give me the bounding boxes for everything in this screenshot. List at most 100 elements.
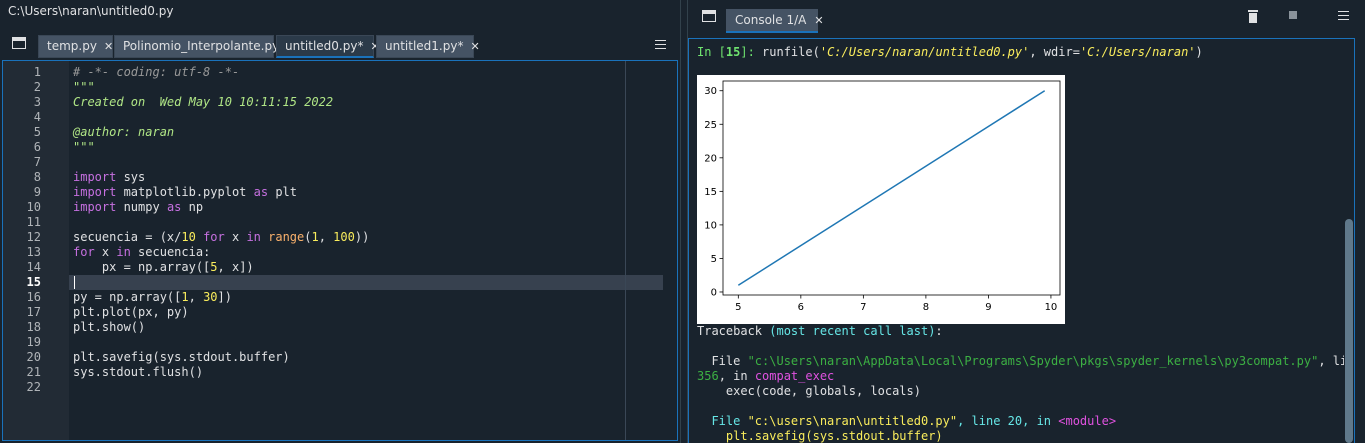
editor-tabbar: temp.py✕ Polinomio_Interpolante.py✕ unti… (0, 32, 680, 58)
line-number: 14 (26, 260, 41, 274)
code-token: , wdir= (1029, 45, 1080, 59)
line-number: 12 (26, 230, 41, 244)
line-number-gutter: 1 2 3 4 5 6 7 8 9 10 11 12 13 14 15 16 17 18 19 20 21 22 (3, 61, 69, 440)
tab-label: temp.py (47, 39, 97, 53)
stop-icon[interactable] (1288, 10, 1298, 20)
code-token: : (935, 324, 943, 338)
editor-pane: temp.py✕ Polinomio_Interpolante.py✕ unti… (0, 22, 680, 443)
code-line: """ (73, 140, 95, 154)
line-number: 11 (26, 215, 41, 229)
line-number: 4 (33, 110, 41, 124)
line-number: 20 (26, 350, 41, 364)
code-token: "c:\users\naran\untitled0.py" (747, 414, 958, 428)
tab-label: untitled1.py* (385, 39, 464, 53)
hamburger-menu-icon[interactable] (1338, 11, 1349, 20)
code-token: ) (1195, 45, 1203, 59)
current-line-highlight (69, 275, 663, 290)
code-token: , x]) (217, 260, 254, 274)
line-number: 7 (33, 155, 41, 169)
plot-image: 5 6 7 8 9 10 0 5 10 15 20 25 30 (697, 75, 1065, 324)
traceback-frame-line: 356, in compat_exec (697, 369, 834, 384)
pane-icon[interactable] (702, 10, 716, 22)
line-number: 2 (33, 80, 41, 94)
code-token: ]) (217, 290, 232, 304)
code-line: plt.show() (73, 320, 146, 334)
pane-splitter[interactable] (680, 0, 688, 443)
code-token: compat_exec (754, 369, 835, 383)
code-token: x (94, 245, 117, 259)
line-number: 1 (33, 65, 41, 79)
code-token: import (73, 185, 117, 199)
code-token: as (166, 200, 182, 214)
code-token: import (73, 170, 117, 184)
traceback-code-line: exec(code, globals, locals) (697, 384, 921, 398)
code-token: 356 (697, 369, 719, 383)
traceback-header: Traceback (most recent call last): (697, 324, 943, 339)
x-tick-label: 8 (923, 302, 929, 313)
scrollbar-thumb[interactable] (1345, 219, 1353, 443)
tab-polinomio-interpolante[interactable]: Polinomio_Interpolante.py✕ (114, 35, 295, 58)
line-number: 16 (26, 290, 41, 304)
pane-icon[interactable] (12, 37, 26, 49)
tab-label: untitled0.py* (285, 39, 364, 53)
line-number: 5 (33, 125, 41, 139)
console-input-line: In [15]: runfile('C:/Users/naran/untitle… (697, 45, 1203, 60)
code-token: for (73, 245, 95, 259)
x-tick-label: 7 (860, 302, 866, 313)
code-line: import sys (73, 170, 145, 185)
x-tick-label: 6 (798, 302, 804, 313)
prompt-close: ]: (740, 45, 755, 59)
line-number: 18 (26, 320, 41, 334)
tab-console[interactable]: Console 1/A ✕ (726, 9, 824, 33)
code-editor[interactable]: 1 2 3 4 5 6 7 8 9 10 11 12 13 14 15 16 17 18 19 20 21 22 # -*… (2, 60, 678, 441)
code-token: , (188, 290, 204, 304)
tab-label: Polinomio_Interpolante.py (123, 39, 280, 53)
code-token: 1 (311, 230, 319, 244)
code-token: , in (718, 369, 755, 383)
code-token: as (253, 185, 269, 199)
line-number: 10 (26, 200, 41, 214)
y-tick-label: 15 (704, 187, 717, 198)
code-line: for x in secuencia: (73, 245, 210, 260)
code-token: , line (957, 414, 1008, 428)
y-tick-label: 25 (704, 120, 717, 131)
code-line: plt.plot(px, py) (73, 305, 189, 319)
close-icon[interactable]: ✕ (814, 14, 823, 27)
x-tick-label: 10 (1045, 302, 1058, 313)
line-number: 9 (33, 185, 41, 199)
line-number: 6 (33, 140, 41, 154)
code-token: Traceback (697, 324, 770, 338)
y-tick-label: 30 (704, 86, 717, 97)
close-icon[interactable]: ✕ (470, 40, 479, 53)
code-token: plt (268, 185, 297, 199)
code-token: range (268, 230, 305, 244)
y-tick-label: 20 (704, 153, 717, 164)
traceback-frame-line: File "c:\users\naran\untitled0.py", line… (697, 414, 1116, 429)
trash-icon[interactable] (1247, 9, 1259, 24)
code-token: 20 (1007, 414, 1023, 428)
code-token: 'C:/Users/naran/untitled0.py' (819, 45, 1030, 59)
tab-untitled1[interactable]: untitled1.py* ✕ (376, 35, 480, 58)
code-line: sys.stdout.flush() (73, 365, 204, 379)
code-line: py = np.array([1, 30]) (73, 290, 232, 305)
code-token: )) (354, 230, 370, 244)
line-number: 19 (26, 335, 41, 349)
code-line: Created on Wed May 10 10:11:15 2022 (73, 95, 334, 109)
tab-untitled0[interactable]: untitled0.py*✕ (276, 35, 380, 58)
code-line: @author: naran (73, 125, 175, 139)
close-icon[interactable]: ✕ (104, 40, 113, 53)
hamburger-menu-icon[interactable] (655, 40, 666, 49)
tab-temp[interactable]: temp.py ✕ (38, 35, 113, 58)
x-tick-label: 9 (985, 302, 991, 313)
code-token: secuencia: (130, 245, 211, 259)
vertical-scrollbar[interactable] (1344, 39, 1354, 443)
y-axis: 0 5 10 15 20 25 30 (704, 86, 723, 298)
code-line: import numpy as np (73, 200, 203, 215)
prompt-in: In [ (697, 45, 726, 59)
code-token: in (246, 230, 261, 244)
code-token: for (203, 230, 225, 244)
edge-line (625, 61, 626, 440)
console-output[interactable]: In [15]: runfile('C:/Users/naran/untitle… (688, 38, 1355, 443)
code-token: py = np.array([ (73, 290, 182, 304)
code-token: secuencia = (x/ (73, 230, 182, 244)
